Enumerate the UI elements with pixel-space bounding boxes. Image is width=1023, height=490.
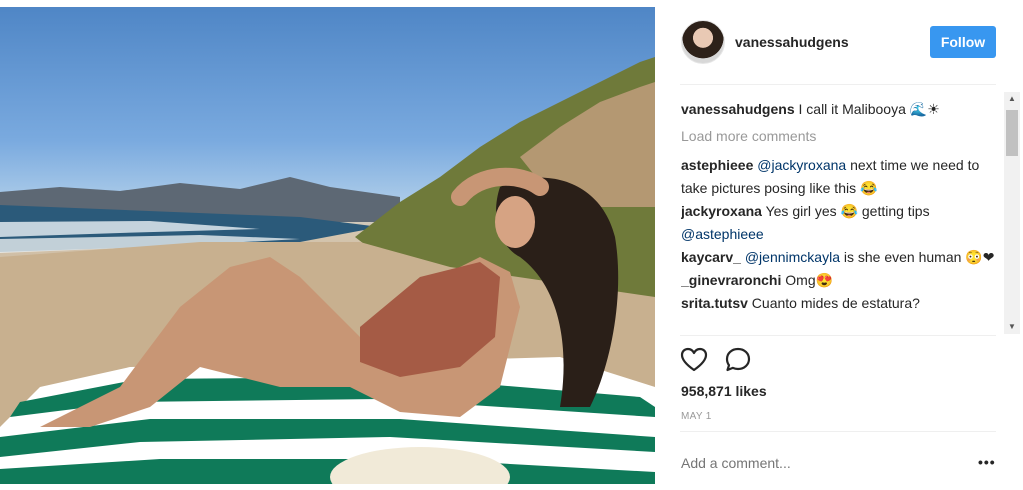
follow-button[interactable]: Follow [930,26,996,58]
comment-username[interactable]: jackyroxana [681,203,762,219]
comment-username[interactable]: _ginevraronchi [681,272,781,288]
comment-mention[interactable]: @jennimckayla [745,249,840,265]
speech-bubble-icon[interactable] [724,346,752,374]
post-username[interactable]: vanessahudgens [735,34,849,50]
comment-mention[interactable]: @astephieee [681,226,764,242]
beach-photo-illustration [0,57,655,484]
comment-text: Cuanto mides de estatura? [747,295,920,311]
comment-item: astephieee @jackyroxana next time we nee… [681,154,999,200]
header-divider [680,84,996,85]
post-header: vanessahudgens Follow [668,18,998,66]
actions-divider [680,335,996,336]
comments-scrollbar[interactable]: ▲ ▼ [1004,92,1020,334]
comment-text: is she even human 😳❤ [839,249,995,265]
scroll-thumb[interactable] [1006,110,1018,156]
scroll-down-arrow-icon[interactable]: ▼ [1004,320,1020,334]
load-more-comments-link[interactable]: Load more comments [681,125,999,148]
comment-text: Yes girl yes 😂 getting tips [761,203,930,219]
comment-text: Omg😍 [781,272,834,288]
more-options-icon[interactable]: ••• [978,454,996,470]
comment-item: kaycarv_ @jennimckayla is she even human… [681,246,999,269]
add-comment-input[interactable] [681,453,961,473]
comment-mention[interactable]: @jackyroxana [757,157,846,173]
comment-item: _ginevraronchi Omg😍 [681,269,999,292]
comments-list: vanessahudgens I call it Malibooya 🌊☀ Lo… [681,98,999,334]
caption-username[interactable]: vanessahudgens [681,101,795,117]
avatar[interactable] [681,20,725,64]
face [495,196,535,248]
post-caption: vanessahudgens I call it Malibooya 🌊☀ [681,98,999,121]
post-photo[interactable] [0,7,655,484]
likes-count[interactable]: 958,871 likes [681,383,767,399]
scroll-up-arrow-icon[interactable]: ▲ [1004,92,1020,106]
caption-text: I call it Malibooya 🌊☀ [794,101,940,117]
comment-username[interactable]: srita.tutsv [681,295,748,311]
comment-username[interactable]: astephieee [681,157,753,173]
comment-item: srita.tutsv Cuanto mides de estatura? [681,292,999,315]
comment-box-divider [680,431,996,432]
heart-icon[interactable] [680,346,708,374]
post-date[interactable]: MAY 1 [681,411,712,422]
comment-username[interactable]: kaycarv_ [681,249,741,265]
comment-item: jackyroxana Yes girl yes 😂 getting tips … [681,200,999,246]
